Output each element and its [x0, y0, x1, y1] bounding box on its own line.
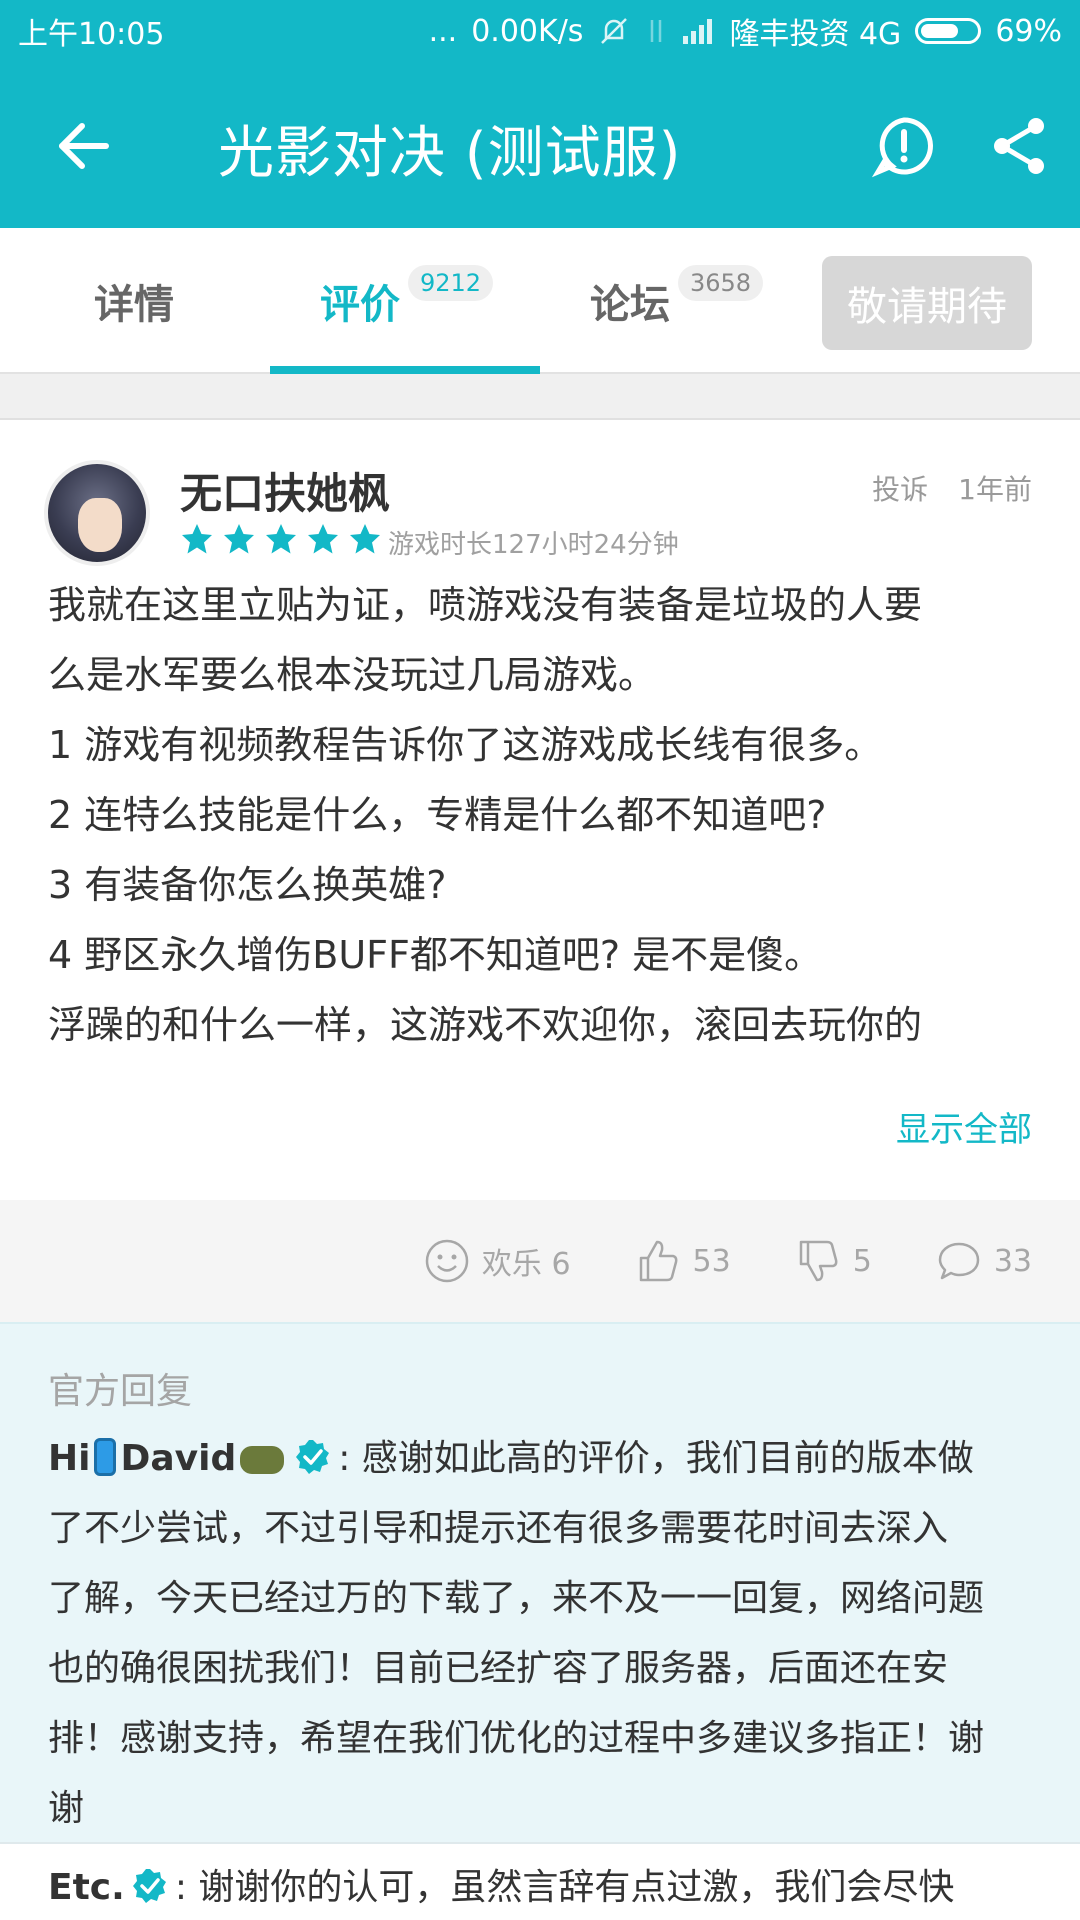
status-time: 上午10:05	[18, 17, 165, 52]
reply-line: 了不少尝试，不过引导和提示还有很多需要花时间去深入	[48, 1508, 949, 1549]
replier-name[interactable]: David	[120, 1438, 236, 1479]
tab-details[interactable]: 详情	[94, 228, 174, 374]
avatar[interactable]	[44, 460, 150, 566]
review-line: 3 有装备你怎么换英雄?	[48, 863, 447, 907]
coming-soon-button[interactable]: 敬请期待	[822, 256, 1032, 350]
comment-count: 33	[993, 1243, 1032, 1279]
review-time: 1年前	[958, 473, 1032, 506]
battery-icon	[915, 18, 982, 44]
tab-reviews-count: 9212	[408, 265, 494, 301]
section-divider	[0, 374, 1080, 420]
review-actions: 欢乐 6 53 5 33	[0, 1200, 1080, 1322]
star-icon	[266, 524, 296, 554]
review-line: 2 连特么技能是什么，专精是什么都不知道吧?	[48, 793, 827, 837]
replier-hi[interactable]: Hi	[48, 1438, 90, 1479]
back-arrow-icon[interactable]	[52, 114, 116, 178]
app-bar: 光影对决 (测试服)	[0, 62, 1080, 228]
smiley-icon	[425, 1239, 469, 1283]
dislike-button[interactable]: 5	[795, 1238, 872, 1284]
thumbs-down-icon	[799, 1240, 838, 1282]
comment-icon	[938, 1242, 980, 1280]
review-card: 无口扶她枫 游戏时长127小时24分钟 投诉 1年前 我就在这里立贴为证，喷游戏…	[0, 420, 1080, 1200]
page-title: 光影对决 (测试服)	[218, 121, 682, 186]
tab-reviews-label: 评价	[320, 282, 400, 328]
mute-icon	[597, 16, 631, 46]
gamepad-emoji-icon	[240, 1446, 285, 1474]
reply-line: 了解，今天已经过万的下载了，来不及一一回复，网络问题	[48, 1578, 985, 1619]
tab-forum-count: 3658	[678, 265, 764, 301]
like-count: 53	[692, 1243, 731, 1279]
report-icon[interactable]	[871, 114, 936, 178]
official-reply-body: Hi David : 感谢如此高的评价，我们目前的版本做 了不少尝试，不过引导和提示…	[48, 1424, 1038, 1844]
star-icon	[350, 524, 380, 554]
status-dots: ...	[428, 13, 458, 49]
share-icon[interactable]	[988, 114, 1052, 178]
tab-reviews[interactable]: 评价 9212	[320, 228, 494, 374]
second-replier-name[interactable]: Etc.	[48, 1867, 125, 1908]
verified-badge-icon	[132, 1869, 166, 1903]
thumbs-up-icon	[639, 1240, 677, 1282]
tab-forum-label: 论坛	[590, 282, 670, 328]
official-reply: 官方回复 Hi David : 感谢如此高的评价，我们目前的版本做 了不少尝试，不过…	[0, 1322, 1080, 1844]
review-line: 1 游戏有视频教程告诉你了这游戏成长线有很多。	[48, 723, 883, 767]
rating-stars	[180, 522, 382, 556]
official-reply-label: 官方回复	[48, 1371, 193, 1412]
review-line: 浮躁的和什么一样，这游戏不欢迎你，滚回去玩你的	[48, 1003, 923, 1047]
like-button[interactable]: 53	[635, 1238, 731, 1284]
reply-line: 排！感谢支持，希望在我们优化的过程中多建议多指正！谢	[48, 1718, 985, 1759]
signal-icon	[681, 18, 715, 44]
tab-forum[interactable]: 论坛 3658	[590, 228, 764, 374]
star-icon	[182, 524, 212, 554]
comment-button[interactable]: 33	[936, 1238, 1032, 1284]
tab-details-label: 详情	[94, 282, 174, 328]
reply-line: 也的确很困扰我们！目前已经扩容了服务器，后面还在安	[48, 1648, 949, 1689]
review-body[interactable]: 我就在这里立贴为证，喷游戏没有装备是垃圾的人要 么是水军要么根本没玩过几局游戏。…	[48, 570, 1038, 1060]
tab-active-indicator	[270, 366, 540, 374]
reply-line: 谢	[48, 1788, 85, 1829]
network-speed: 0.00K/s	[471, 13, 584, 49]
show-all-link[interactable]: 显示全部	[896, 1102, 1032, 1151]
review-username[interactable]: 无口扶她枫	[180, 460, 390, 521]
report-link[interactable]: 投诉	[872, 468, 928, 508]
battery-percent: 69%	[995, 13, 1062, 49]
review-line: 么是水军要么根本没玩过几局游戏。	[48, 653, 657, 697]
status-bar: 上午10:05 ... 0.00K/s 隆丰投资 4G 69%	[0, 0, 1080, 62]
review-line: 我就在这里立贴为证，喷游戏没有装备是垃圾的人要	[48, 583, 923, 627]
star-icon	[308, 524, 338, 554]
verified-badge-icon	[296, 1440, 330, 1474]
star-icon	[224, 524, 254, 554]
fun-count: 欢乐 6	[481, 1247, 571, 1282]
phone-emoji-icon	[94, 1438, 117, 1476]
dislike-count: 5	[852, 1243, 872, 1279]
review-line: 4 野区永久增伤BUFF都不知道吧? 是不是傻。	[48, 933, 823, 977]
reply-first-line: : 感谢如此高的评价，我们目前的版本做	[338, 1438, 974, 1479]
playtime-label: 游戏时长127小时24分钟	[388, 530, 679, 560]
carrier-label: 隆丰投资 4G	[729, 17, 902, 52]
data-transfer-icon	[645, 16, 667, 46]
second-reply: Etc. : 谢谢你的认可，虽然言辞有点过激，我们会尽快	[0, 1844, 1080, 1920]
second-reply-text: : 谢谢你的认可，虽然言辞有点过激，我们会尽快	[174, 1867, 955, 1908]
fun-button[interactable]: 欢乐 6	[424, 1238, 571, 1284]
